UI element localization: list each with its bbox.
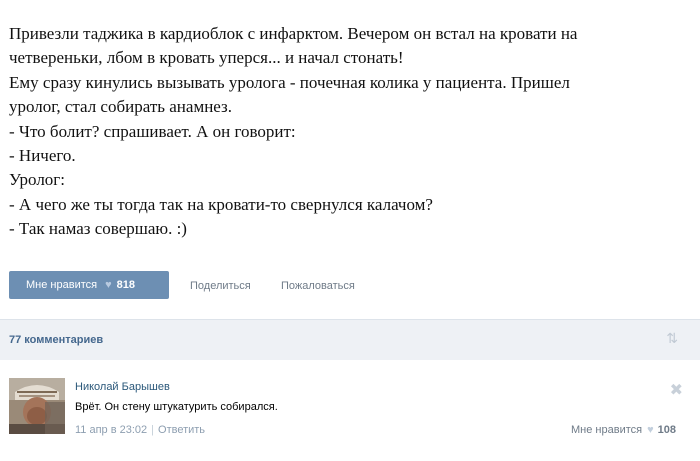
post-line: - Так намаз совершаю. :)	[9, 219, 187, 239]
post-text: Привезли таджика в кардиоблок с инфаркто…	[9, 22, 689, 242]
post-line: Ему сразу кинулись вызывать уролога - по…	[9, 72, 570, 92]
post-line: Привезли таджика в кардиоблок с инфаркто…	[9, 24, 578, 43]
comment-date[interactable]: 11 апр в 23:02	[75, 424, 147, 436]
avatar[interactable]	[9, 378, 65, 434]
heart-icon: ♥	[105, 279, 112, 291]
report-link[interactable]: Пожаловаться	[281, 280, 355, 292]
meta-divider: |	[151, 424, 155, 436]
comment-text: Врёт. Он стену штукатурить собирался.	[75, 401, 278, 413]
post-line: уролог, стал собирать анамнез.	[9, 97, 233, 117]
comments-header: 77 комментариев ⇅	[0, 319, 700, 360]
post-line: - А чего же ты тогда так на кровати-то с…	[9, 194, 433, 214]
heart-icon: ♥	[647, 424, 654, 436]
post-line: - Ничего.	[9, 146, 76, 166]
comments-count[interactable]: 77 комментариев	[9, 334, 103, 346]
like-count: 818	[116, 279, 135, 291]
comment-like-count: 108	[657, 424, 676, 436]
post-line: четвереньки, лбом в кровать уперся... и …	[9, 48, 404, 68]
comment-meta: 11 апр в 23:02 | Ответить	[75, 424, 205, 436]
close-icon[interactable]: ✖	[670, 380, 683, 400]
post-line: Уролог:	[9, 170, 65, 190]
share-link[interactable]: Поделиться	[190, 280, 251, 292]
like-button[interactable]: Мне нравится ♥ 818	[9, 271, 169, 299]
comment-like-button[interactable]: Мне нравится ♥ 108	[571, 424, 676, 436]
reply-link[interactable]: Ответить	[158, 424, 205, 436]
post-line: - Что болит? спрашивает. А он говорит:	[9, 121, 296, 141]
comment-like-label: Мне нравится	[571, 424, 643, 436]
like-label: Мне нравится	[26, 279, 98, 291]
sort-icon[interactable]: ⇅	[666, 330, 678, 347]
comment-author[interactable]: Николай Барышев	[75, 381, 170, 393]
